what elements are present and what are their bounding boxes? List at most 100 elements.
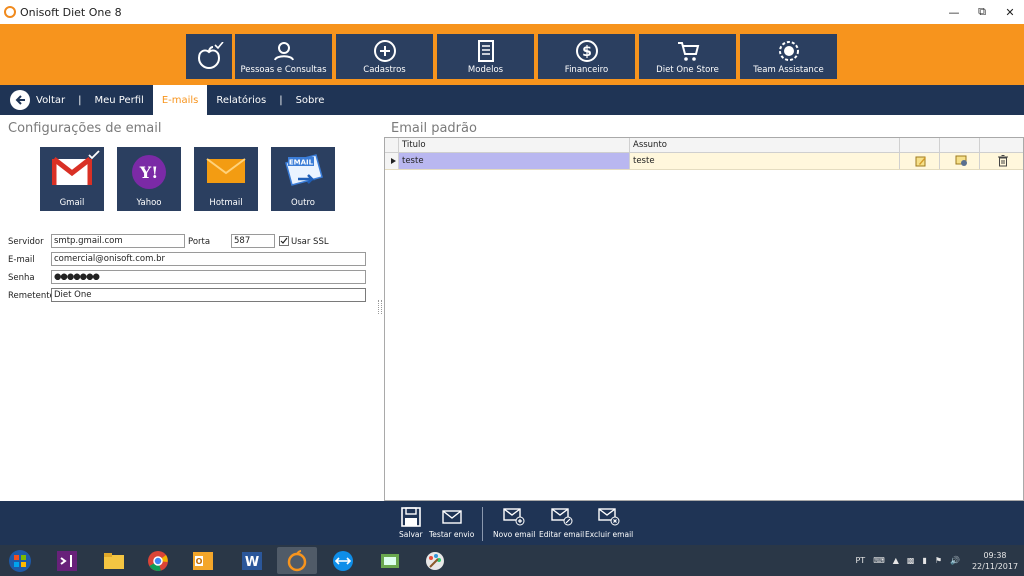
delete-row-button[interactable] <box>980 153 1023 169</box>
nav-separator: | <box>279 94 283 106</box>
email-input[interactable]: comercial@onisoft.com.br <box>51 252 366 266</box>
document-icon <box>474 39 498 63</box>
section-nav: Voltar | Meu Perfil E-mails Relatórios |… <box>0 85 1024 115</box>
column-header-titulo[interactable]: Titulo <box>399 138 630 152</box>
envelope-delete-icon <box>598 506 620 528</box>
svg-text:O: O <box>196 557 203 566</box>
language-indicator[interactable]: PT <box>855 556 865 565</box>
financeiro-tile[interactable]: $ Financeiro <box>538 34 635 79</box>
cadastros-tile[interactable]: Cadastros <box>336 34 433 79</box>
new-email-button[interactable]: Novo email <box>493 506 535 539</box>
edit-row-button[interactable] <box>900 153 940 169</box>
tile-label: Diet One Store <box>656 65 719 75</box>
header-indicator <box>385 138 399 152</box>
tile-label: Pessoas e Consultas <box>240 65 327 75</box>
checkmark-icon <box>280 237 288 244</box>
email-grid: Titulo Assunto teste teste <box>384 137 1024 501</box>
team-tile[interactable]: Team Assistance <box>740 34 837 79</box>
action-separator <box>482 507 483 541</box>
cell-assunto[interactable]: teste <box>630 153 900 169</box>
minimize-icon[interactable]: — <box>940 0 968 24</box>
server-label: Servidor <box>8 237 44 247</box>
provider-label: Yahoo <box>136 198 162 208</box>
table-row[interactable]: teste teste <box>385 153 1023 170</box>
clock[interactable]: 09:38 22/11/2017 <box>970 550 1020 572</box>
delete-email-button[interactable]: Excluir email <box>585 506 633 539</box>
taskbar-outlook[interactable]: O <box>183 547 223 574</box>
plus-circle-icon <box>373 39 397 63</box>
teamviewer-icon <box>333 550 353 571</box>
apple-icon <box>194 42 224 72</box>
tab-meu-perfil[interactable]: Meu Perfil <box>86 85 153 115</box>
taskbar-word[interactable]: W <box>232 547 272 574</box>
sender-input[interactable]: Diet One <box>51 288 366 302</box>
email-envelope-icon: EMAIL <box>282 153 324 194</box>
chrome-icon <box>148 550 168 571</box>
column-header-view <box>940 138 980 152</box>
tile-label: Modelos <box>467 65 504 75</box>
server-input[interactable]: smtp.gmail.com <box>51 234 185 248</box>
edit-email-button[interactable]: Editar email <box>539 506 584 539</box>
close-icon[interactable]: ✕ <box>996 0 1024 24</box>
column-header-assunto[interactable]: Assunto <box>630 138 900 152</box>
provider-label: Outro <box>291 198 315 208</box>
svg-text:W: W <box>245 555 259 570</box>
taskbar-chrome[interactable] <box>138 547 178 574</box>
tile-label: Cadastros <box>363 65 406 75</box>
window-title: Onisoft Diet One 8 <box>20 5 122 19</box>
envelope-icon <box>441 506 463 528</box>
clock-date: 22/11/2017 <box>971 561 1019 571</box>
port-label: Porta <box>188 237 211 247</box>
password-input[interactable]: ●●●●●●● <box>51 270 366 284</box>
new-email-label: Novo email <box>493 530 536 539</box>
taskbar-diet-one[interactable] <box>277 547 317 574</box>
envelope-plus-icon <box>503 506 525 528</box>
volume-icon[interactable]: 🔊 <box>950 556 960 565</box>
network-icon[interactable]: ▩ <box>907 556 915 565</box>
provider-gmail[interactable]: Gmail <box>40 147 104 211</box>
outlook-icon: O <box>193 551 213 570</box>
hotmail-icon <box>205 153 247 190</box>
gmail-icon <box>51 153 93 190</box>
provider-yahoo[interactable]: Y! Yahoo <box>117 147 181 211</box>
modelos-tile[interactable]: Modelos <box>437 34 534 79</box>
people-tile[interactable]: Pessoas e Consultas <box>235 34 332 79</box>
tab-emails[interactable]: E-mails <box>152 85 208 115</box>
tab-relatorios[interactable]: Relatórios <box>207 85 275 115</box>
sender-label: Remetente <box>8 291 55 301</box>
clock-time: 09:38 <box>983 550 1007 560</box>
save-button[interactable]: Salvar <box>399 506 423 539</box>
chevron-up-icon[interactable]: ▲ <box>893 556 899 565</box>
taskbar-visual-studio[interactable] <box>47 547 87 574</box>
password-label: Senha <box>8 273 35 283</box>
back-arrow-icon[interactable] <box>10 90 30 110</box>
store-tile[interactable]: Diet One Store <box>639 34 736 79</box>
test-send-button[interactable]: Testar envio <box>429 506 474 539</box>
home-tile[interactable] <box>186 34 232 79</box>
people-search-icon <box>272 39 296 63</box>
back-button[interactable]: Voltar <box>30 85 74 115</box>
window-controls: — ⧉ ✕ <box>940 0 1024 24</box>
flag-icon[interactable]: ⚑ <box>935 556 942 565</box>
taskbar-app-green[interactable] <box>370 547 410 574</box>
restore-icon[interactable]: ⧉ <box>968 0 996 24</box>
battery-icon[interactable]: ▮ <box>922 556 926 565</box>
keyboard-icon[interactable]: ⌨ <box>873 556 885 565</box>
taskbar-teamviewer[interactable] <box>323 547 363 574</box>
nav-separator: | <box>78 94 82 106</box>
preview-row-button[interactable] <box>940 153 980 169</box>
taskbar-explorer[interactable] <box>94 547 134 574</box>
provider-outro[interactable]: EMAIL Outro <box>271 147 335 211</box>
taskbar-paint[interactable] <box>415 547 455 574</box>
tab-sobre[interactable]: Sobre <box>287 85 334 115</box>
cell-titulo[interactable]: teste <box>399 153 630 169</box>
application-icon <box>381 553 399 568</box>
provider-hotmail[interactable]: Hotmail <box>194 147 258 211</box>
panel-splitter[interactable] <box>378 300 382 314</box>
folder-icon <box>104 552 124 569</box>
edit-email-label: Editar email <box>539 530 585 539</box>
ssl-checkbox[interactable] <box>279 236 289 246</box>
start-button[interactable] <box>0 547 40 574</box>
port-input[interactable]: 587 <box>231 234 275 248</box>
paint-icon <box>426 551 444 570</box>
